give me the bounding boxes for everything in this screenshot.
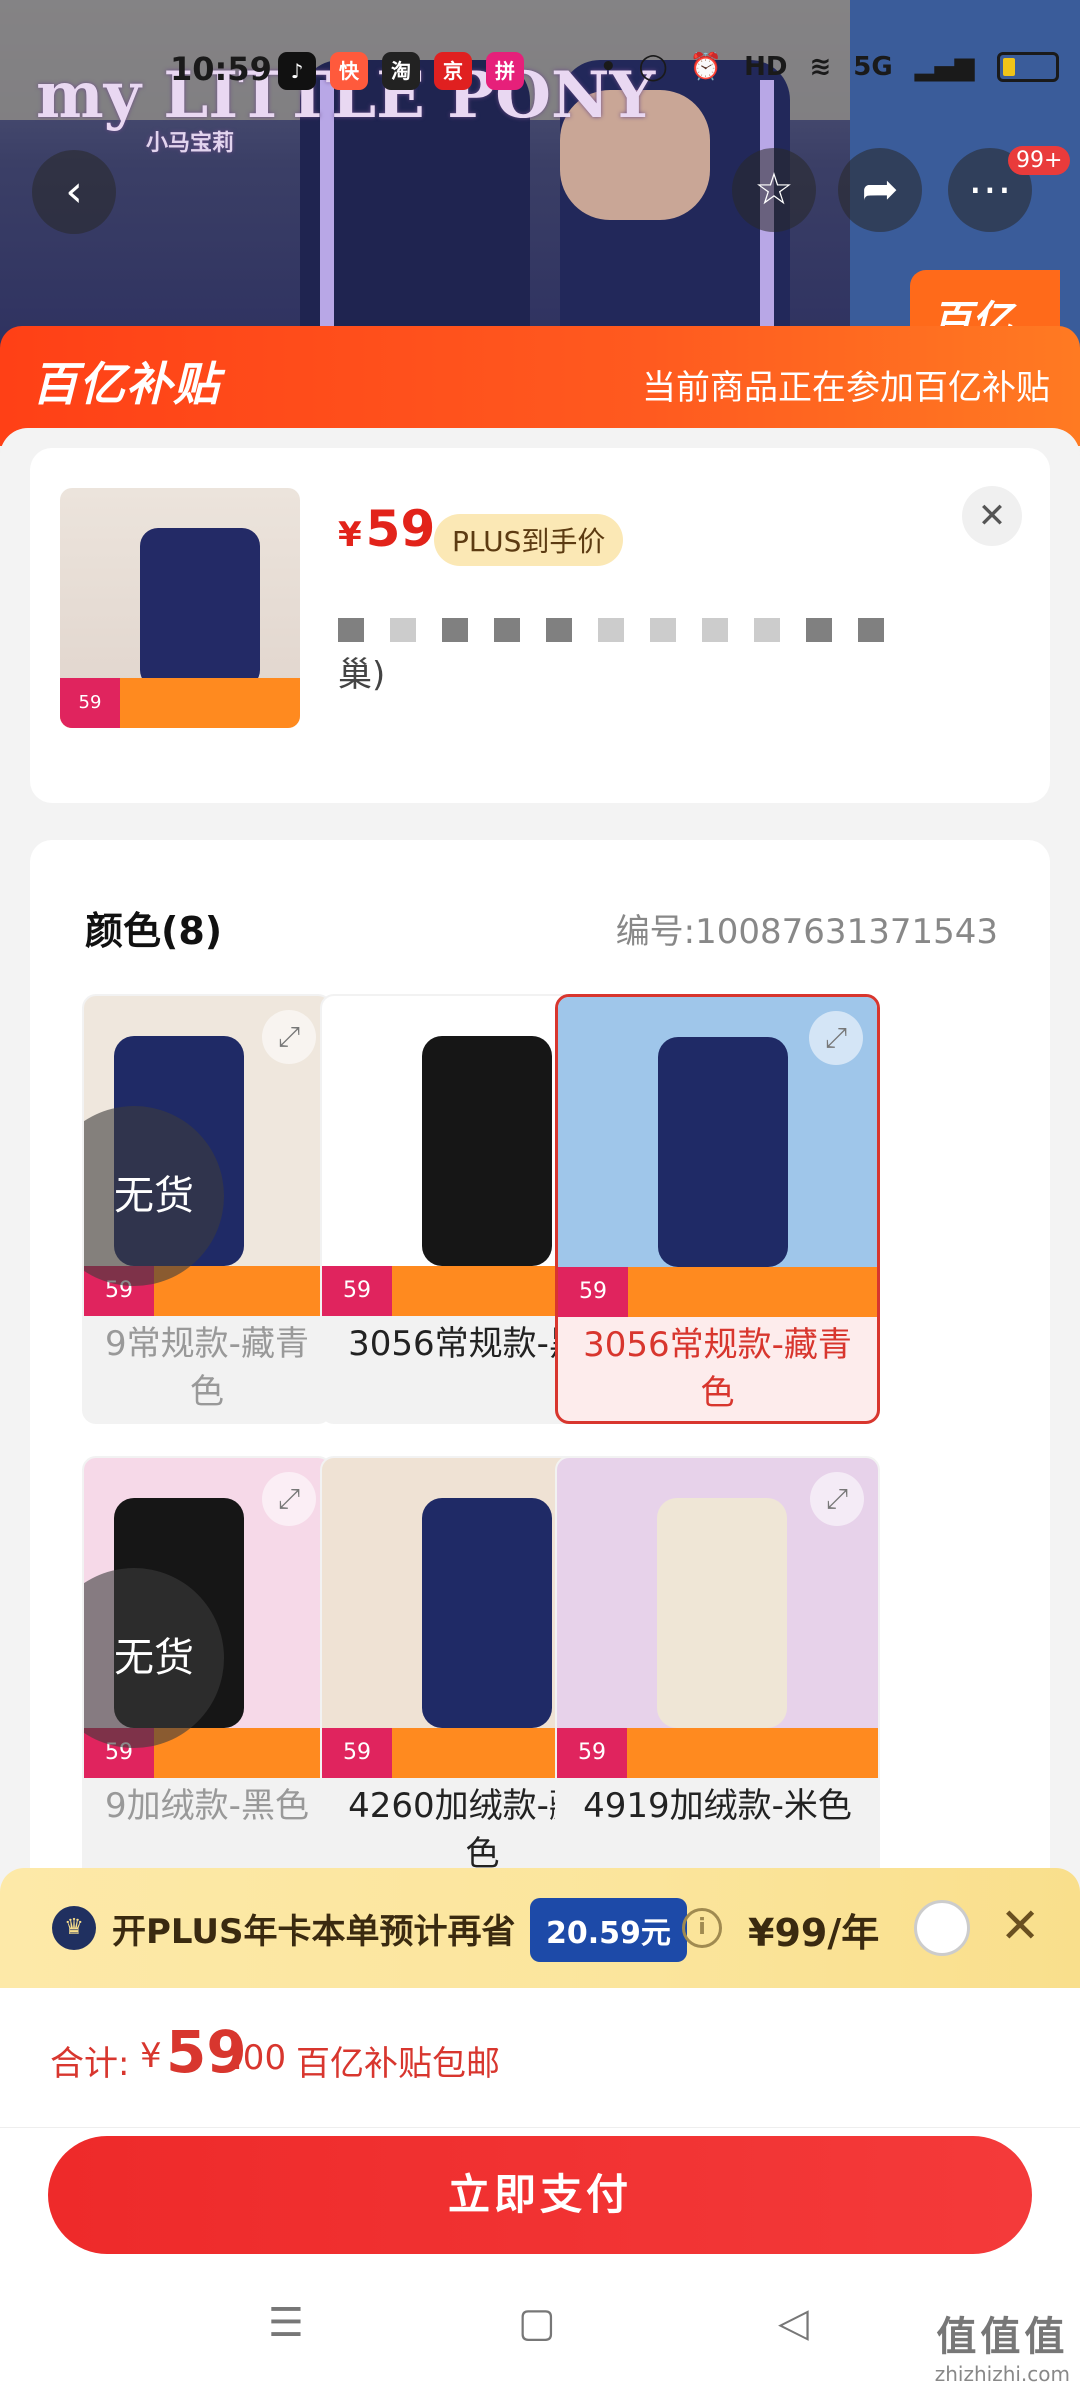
variant-strip-price: 59 — [557, 1728, 627, 1778]
plus-close-icon[interactable]: ✕ — [1000, 1898, 1040, 1954]
variant-pants — [422, 1036, 552, 1266]
home-icon[interactable]: ▢ — [518, 2300, 556, 2346]
product-thumbnail: 59 — [60, 488, 300, 728]
expand-icon[interactable]: ⤢ — [262, 1010, 316, 1064]
status-right: • ◯ ⏰ HD ≋ 5G ▂▄▆ — [600, 52, 1059, 82]
color-heading: 颜色(8) — [85, 909, 223, 953]
plus-select-radio[interactable] — [914, 1900, 970, 1956]
shipping-note: 百亿补贴包邮 — [296, 2044, 500, 2084]
back-button[interactable]: ‹ — [32, 150, 116, 234]
more-badge: 99+ — [1008, 146, 1071, 175]
product-summary-card: 59 ¥59 PLUS到手价 ✕ 巢) — [30, 448, 1050, 788]
variant-label: 9加绒款-黑色 — [105, 1786, 309, 1826]
pay-now-button[interactable]: 立即支付 — [48, 2136, 1032, 2254]
variant-pants — [422, 1498, 552, 1728]
color-variant-option: 59 ⤢ 无货 9加绒款-黑色 — [82, 1456, 332, 1886]
tiktok-icon: ♪ — [278, 52, 316, 90]
color-variant-option[interactable]: 59 ⤢ 4919加绒款-米色 — [555, 1456, 880, 1886]
total-amount-dec: .00 — [232, 2038, 287, 2078]
system-nav-bar: ☰ ▢ ◁ — [0, 2300, 1080, 2370]
share-icon: ➦ — [861, 164, 899, 215]
taobao-icon: 淘 — [382, 52, 420, 90]
product-title: 巢) — [338, 618, 988, 702]
dot-icon: • — [600, 52, 617, 82]
menu-icon[interactable]: ☰ — [268, 2300, 304, 2346]
thumbnail-price: 59 — [60, 678, 120, 728]
variant-label: 4919加绒款-米色 — [583, 1786, 852, 1826]
plus-membership-bar[interactable]: ♛ 开PLUS年卡本单预计再省 20.59元 i ¥99/年 ✕ — [0, 1868, 1080, 1988]
color-variant-option: 59 ⤢ 无货 9常规款-藏青色 — [82, 994, 332, 1424]
wifi-icon: ≋ — [809, 52, 832, 82]
status-time: 10:59 — [170, 50, 272, 88]
variant-label: 3056常规款-藏青色 — [583, 1325, 852, 1413]
signal-icon: ▂▄▆ — [914, 52, 975, 82]
variant-strip-price: 59 — [558, 1267, 628, 1317]
alarm-icon: ⏰ — [689, 52, 723, 82]
expand-icon[interactable]: ⤢ — [809, 1011, 863, 1065]
watermark: 值值值 zhizhizhi.com — [935, 2304, 1070, 2386]
color-selector: 颜色(8) 编号:10087631371543 59⤢无货9常规款-藏青色59⤢… — [30, 840, 1050, 2000]
variant-strip-price: 59 — [322, 1728, 392, 1778]
expand-icon[interactable]: ⤢ — [810, 1472, 864, 1526]
variant-pants — [658, 1037, 788, 1267]
price-currency: ¥ — [338, 515, 362, 555]
share-button[interactable]: ➦ — [838, 148, 922, 232]
close-sheet-button[interactable]: ✕ — [962, 486, 1022, 546]
network-label: 5G — [853, 52, 893, 82]
favorite-button[interactable]: ☆ — [732, 148, 816, 232]
sku-number: 编号:10087631371543 — [615, 912, 998, 952]
chevron-left-icon: ‹ — [65, 166, 83, 217]
info-icon[interactable]: i — [682, 1908, 722, 1948]
subsidy-title: 百亿补贴 — [32, 357, 220, 411]
crown-icon: ♛ — [52, 1906, 96, 1950]
more-dots-icon: ⋯ — [968, 164, 1012, 215]
jd-icon: 京 — [434, 52, 472, 90]
variant-strip-price: 59 — [322, 1266, 392, 1316]
subsidy-note: 当前商品正在参加百亿补贴 — [642, 368, 1050, 408]
card-strip — [30, 763, 1050, 803]
product-title-tail: 巢) — [338, 655, 386, 695]
color-variant-option[interactable]: 59 ⤢ 3056常规款-藏青色 — [555, 994, 880, 1424]
kuaishou-icon: 快 — [330, 52, 368, 90]
message-icon: ◯ — [638, 52, 668, 82]
variant-pants — [657, 1498, 787, 1728]
product-price: ¥59 — [338, 500, 435, 558]
star-icon: ☆ — [754, 164, 794, 215]
pdd-icon: 拼 — [486, 52, 524, 90]
expand-icon[interactable]: ⤢ — [262, 1472, 316, 1526]
status-app-icons: ♪ 快淘京拼 — [278, 52, 524, 90]
total-row: 合计: ¥ 59 .00 百亿补贴包邮 — [0, 1988, 1080, 2128]
plus-offer-text: 开PLUS年卡本单预计再省 — [112, 1912, 516, 1952]
plus-price: ¥99/年 — [748, 1911, 880, 1955]
battery-icon — [996, 52, 1059, 82]
back-triangle-icon[interactable]: ◁ — [778, 2300, 809, 2346]
total-label: 合计: — [50, 2044, 130, 2084]
sku-selection-sheet: 59 ¥59 PLUS到手价 ✕ 巢) 颜色(8) 编号:10087631371… — [0, 428, 1080, 2000]
total-currency: ¥ — [140, 2036, 162, 2076]
watermark-domain: zhizhizhi.com — [934, 2362, 1070, 2386]
hd-icon: HD — [744, 52, 788, 82]
status-bar: 10:59 ♪ 快淘京拼 • ◯ ⏰ HD ≋ 5G ▂▄▆ — [0, 48, 1080, 98]
watermark-logo: 值值值 — [936, 2314, 1069, 2360]
redacted-title — [338, 618, 988, 642]
variant-label: 9常规款-藏青色 — [105, 1324, 309, 1412]
plus-price-tag: PLUS到手价 — [434, 514, 624, 566]
price-value: 59 — [365, 500, 436, 558]
plus-save-amount: 20.59元 — [530, 1898, 687, 1962]
thumbnail-pants — [140, 528, 260, 688]
close-icon: ✕ — [977, 496, 1007, 536]
